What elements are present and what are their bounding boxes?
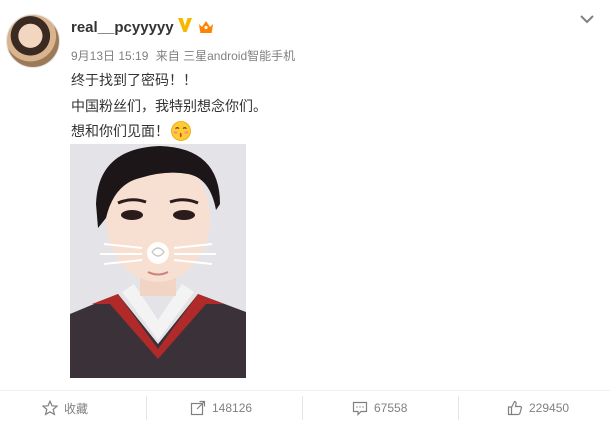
- action-separator: [302, 396, 303, 420]
- favorite-button[interactable]: 收藏: [42, 398, 88, 418]
- like-icon: [507, 400, 523, 416]
- like-button[interactable]: 229450: [507, 398, 569, 418]
- kiss-emoji-icon: [171, 121, 191, 141]
- vip-crown-icon[interactable]: [197, 18, 215, 34]
- post-text-line-2: 中国粉丝们，我特别想念你们。: [71, 98, 267, 114]
- star-icon: [42, 400, 58, 416]
- post-text-line-3-text: 想和你们见面！: [71, 123, 169, 139]
- username[interactable]: real__pcyyyyy: [71, 19, 174, 36]
- device-source[interactable]: 三星android智能手机: [183, 49, 295, 63]
- chevron-down-icon[interactable]: [579, 12, 595, 26]
- forward-count: 148126: [212, 401, 253, 415]
- avatar[interactable]: [6, 14, 60, 68]
- action-separator: [146, 396, 147, 420]
- from-label: 来自: [155, 49, 180, 63]
- post-date[interactable]: 9月13日 15:19: [71, 49, 148, 63]
- action-separator: [458, 396, 459, 420]
- forward-icon: [190, 400, 206, 416]
- post-meta: 9月13日 15:19 来自 三星android智能手机: [71, 47, 295, 64]
- actions-divider: [0, 390, 610, 391]
- post-photo[interactable]: [70, 144, 246, 378]
- comment-button[interactable]: 67558: [352, 398, 407, 418]
- post-text-line-3: 想和你们见面！: [71, 121, 191, 141]
- comment-icon: [352, 401, 368, 416]
- like-count: 229450: [529, 401, 570, 415]
- favorite-label: 收藏: [64, 401, 89, 416]
- verified-v-icon[interactable]: [177, 16, 193, 34]
- post-text-line-1: 终于找到了密码！！: [71, 72, 197, 88]
- forward-button[interactable]: 148126: [190, 398, 252, 418]
- weibo-post-card: real__pcyyyyy 9月13日 15:19 来自 三星android智能…: [0, 0, 610, 422]
- comment-count: 67558: [374, 401, 408, 415]
